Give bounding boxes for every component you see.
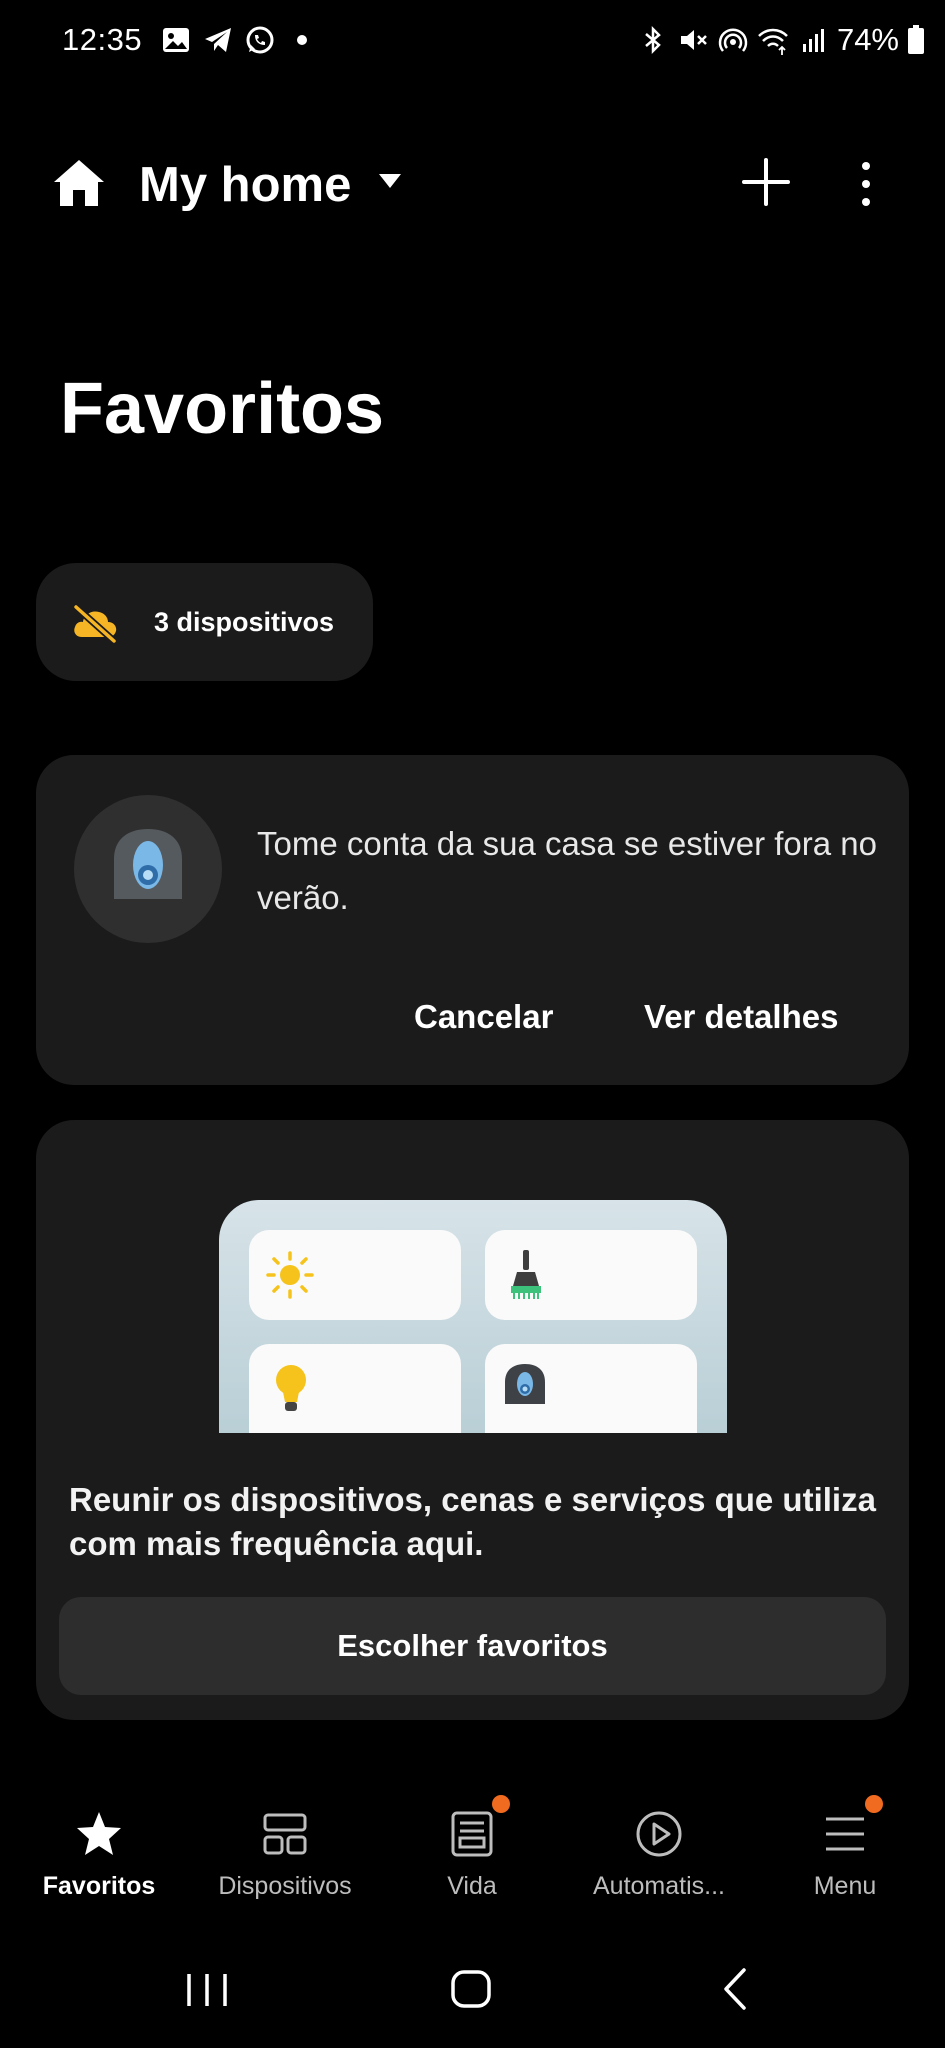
notification-badge xyxy=(492,1795,510,1813)
nav-label: Favoritos xyxy=(42,1872,156,1900)
telegram-icon xyxy=(205,28,231,52)
battery-icon xyxy=(908,25,924,54)
favorites-description: Reunir os dispositivos, cenas e serviços… xyxy=(69,1481,876,1562)
system-navigation-bar xyxy=(0,1948,945,2028)
screen: 12:35 74% My home Favoritos 3 dispositiv… xyxy=(0,0,945,2048)
nav-tab-automatizacoes[interactable]: Automatis... xyxy=(564,1785,754,1905)
signal-icon xyxy=(802,29,824,52)
offline-devices-chip[interactable]: 3 dispositivos xyxy=(36,563,373,681)
gallery-icon xyxy=(163,28,189,52)
dropdown-icon[interactable] xyxy=(378,172,402,190)
more-vertical-icon[interactable] xyxy=(846,156,886,212)
nav-label: Menu xyxy=(813,1872,877,1900)
nav-label: Vida xyxy=(447,1872,497,1900)
menu-icon xyxy=(826,1817,864,1851)
tip-icon-container xyxy=(74,795,222,943)
nav-label: Dispositivos xyxy=(218,1872,352,1900)
page-title: Favoritos xyxy=(60,369,385,449)
notification-badge xyxy=(865,1795,883,1813)
home-icon[interactable] xyxy=(52,156,106,210)
tip-message: Tome conta da sua casa se estiver fora n… xyxy=(257,825,878,916)
illustration-tile xyxy=(249,1344,461,1433)
status-bar: 12:35 74% xyxy=(0,0,945,86)
favorites-illustration xyxy=(219,1200,727,1433)
summer-tip-card: Tome conta da sua casa se estiver fora n… xyxy=(36,755,909,1085)
illustration-tile xyxy=(485,1230,697,1320)
nav-tab-vida[interactable]: Vida xyxy=(377,1785,567,1905)
mute-icon xyxy=(680,30,707,50)
bottom-navigation: Favoritos Dispositivos Vida Automatis...… xyxy=(0,1785,945,1905)
plus-icon[interactable] xyxy=(738,154,794,210)
dot-icon xyxy=(297,35,307,45)
back-button[interactable] xyxy=(706,1964,766,2014)
robot-vacuum-icon xyxy=(505,1364,545,1404)
nav-tab-menu[interactable]: Menu xyxy=(750,1785,940,1905)
recents-button[interactable] xyxy=(177,1964,237,2014)
status-time: 12:35 xyxy=(62,22,143,57)
devices-icon xyxy=(263,1813,307,1855)
notification-icons xyxy=(160,24,318,56)
sun-icon xyxy=(266,1251,314,1299)
nav-label: Automatis... xyxy=(593,1872,725,1900)
star-icon xyxy=(77,1812,121,1855)
cancel-button[interactable]: Cancelar xyxy=(414,998,553,1036)
nav-tab-favoritos[interactable]: Favoritos xyxy=(4,1785,194,1905)
hotspot-icon xyxy=(718,28,748,52)
view-details-button[interactable]: Ver detalhes xyxy=(644,998,838,1036)
life-icon xyxy=(451,1811,493,1857)
cleaner-icon xyxy=(511,1250,541,1299)
bulb-icon xyxy=(276,1365,306,1411)
cloud-off-icon xyxy=(73,604,117,644)
battery-percentage: 74% xyxy=(836,22,899,57)
home-button[interactable] xyxy=(441,1964,501,2014)
bluetooth-icon xyxy=(645,25,661,55)
illustration-tile xyxy=(485,1344,697,1433)
illustration-tile xyxy=(249,1230,461,1320)
system-status-icons: 74% xyxy=(637,22,925,58)
play-circle-icon xyxy=(636,1811,682,1857)
nav-tab-dispositivos[interactable]: Dispositivos xyxy=(190,1785,380,1905)
choose-favorites-button[interactable]: Escolher favoritos xyxy=(59,1597,886,1695)
home-selector-title[interactable]: My home xyxy=(139,157,351,213)
whatsapp-icon xyxy=(246,26,274,54)
offline-devices-label: 3 dispositivos xyxy=(154,607,335,637)
favorites-empty-card: Reunir os dispositivos, cenas e serviços… xyxy=(36,1120,909,1720)
robot-vacuum-icon xyxy=(114,829,182,899)
wifi-icon xyxy=(758,28,788,55)
